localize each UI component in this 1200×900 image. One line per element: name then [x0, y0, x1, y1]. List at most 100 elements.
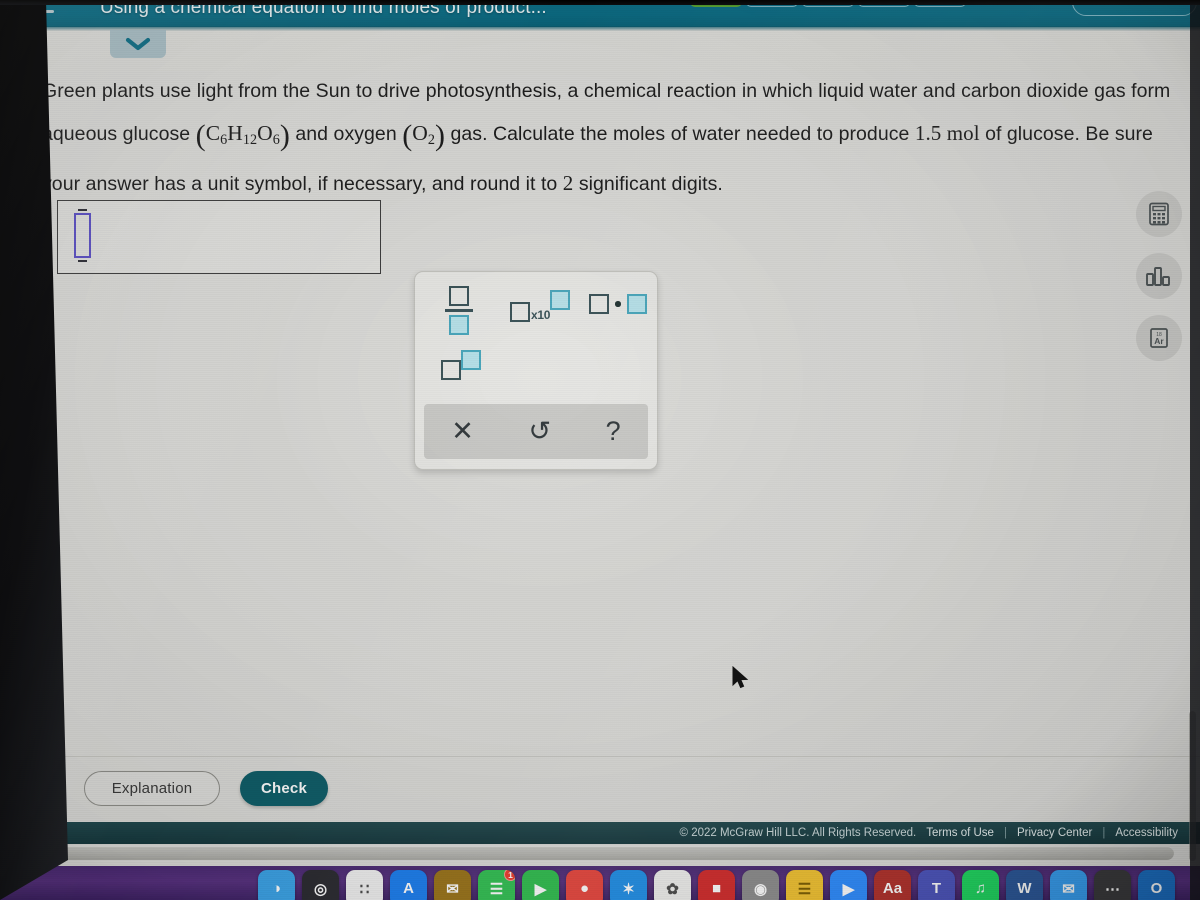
terms-of-use-link[interactable]: Terms of Use [926, 827, 994, 839]
dock-finder[interactable]: ◑ [258, 870, 295, 900]
dock-mail-old-glyph: ✉ [446, 880, 459, 898]
clear-button[interactable]: ✕ [451, 418, 474, 445]
dock-photos[interactable]: ✿ [654, 870, 691, 900]
question-line-2b: and oxygen [295, 123, 397, 146]
question-line-3b: significant digits. [578, 173, 723, 196]
text-caret-placeholder-icon [74, 209, 91, 262]
laptop-hinge-edge [40, 846, 1174, 860]
scientific-notation-button[interactable]: x10 [510, 290, 571, 322]
privacy-center-link[interactable]: Privacy Center [1017, 827, 1092, 839]
dock-mail[interactable]: ✉ [1050, 870, 1087, 900]
fraction-numerator-box-icon [449, 286, 469, 306]
dock-dictionary-glyph: Aa [882, 880, 903, 897]
sci-base-box-icon [510, 302, 530, 322]
dock-chrome-glyph: ● [579, 880, 590, 897]
dock-outlook-glyph: O [1150, 880, 1163, 897]
formula-oxygen: (O2) [402, 119, 446, 153]
chart-tool[interactable] [1136, 253, 1182, 299]
dock-safari[interactable]: ✶ [610, 870, 647, 900]
question-sigfigs: 2 [562, 171, 574, 196]
laptop-bezel-right [1190, 0, 1200, 900]
explanation-button[interactable]: Explanation [84, 771, 220, 806]
dock-messages[interactable]: ☰ 1 [478, 870, 515, 900]
laptop-bezel-top [0, 0, 1200, 5]
footer-separator-2: | [1102, 827, 1106, 839]
math-palette: x10 ✕ ↺ ? [414, 271, 658, 470]
dock-items: ◑ ◎ ∷ A ✉ ☰ 1 ▶ ● ✶ ✿ ■ ◉ ☰ ▶ Aa T ♫ W ✉ ⋯ O [258, 870, 1175, 900]
dock-calculator[interactable]: ⋯ [1094, 870, 1131, 900]
macos-dock: ◑ ◎ ∷ A ✉ ☰ 1 ▶ ● ✶ ✿ ■ ◉ ☰ ▶ Aa T ♫ W ✉ ⋯ O [0, 866, 1200, 900]
dock-zoom[interactable]: ▶ [830, 870, 867, 900]
dock-calculator-glyph: ⋯ [1105, 880, 1120, 898]
calculator-icon [1149, 202, 1169, 226]
footer: © 2022 McGraw Hill LLC. All Rights Reser… [0, 822, 1200, 844]
dock-outlook[interactable]: O [1138, 870, 1175, 900]
dock-finder-glyph: ◑ [271, 880, 282, 897]
multiply-left-box-icon [589, 294, 609, 314]
fraction-button[interactable] [445, 286, 473, 335]
dock-messages-badge: 1 [504, 870, 515, 881]
sci-x10-label: x10 [531, 308, 551, 322]
dock-camera[interactable]: ◉ [742, 870, 779, 900]
dock-appstore[interactable]: A [390, 870, 427, 900]
help-button[interactable]: ? [606, 418, 621, 445]
dock-dictionary[interactable]: Aa [874, 870, 911, 900]
question-text: Green plants use light from the Sun to d… [42, 74, 1176, 203]
calculator-tool[interactable] [1136, 191, 1182, 237]
dock-teams[interactable]: T [918, 870, 955, 900]
dock-siri-glyph: ◎ [313, 880, 328, 898]
undo-button[interactable]: ↺ [528, 418, 551, 445]
question-panel: Green plants use light from the Sun to d… [0, 71, 1200, 866]
dock-word-glyph: W [1017, 880, 1032, 897]
question-unit: mol [946, 121, 980, 146]
fraction-denominator-box-icon [449, 314, 469, 335]
answer-input[interactable] [57, 200, 381, 274]
tool-rail: 18 Ar [1136, 191, 1182, 377]
chevron-down-icon [125, 37, 151, 51]
dock-photobooth-glyph: ■ [711, 880, 722, 897]
svg-text:Ar: Ar [1154, 336, 1164, 346]
dock-spotify[interactable]: ♫ [962, 870, 999, 900]
dock-facetime[interactable]: ▶ [522, 870, 559, 900]
superscript-base-box-icon [441, 360, 461, 380]
superscript-exponent-box-icon [461, 350, 481, 370]
screen-content: Using a chemical equation to find moles … [0, 0, 1200, 866]
dock-teams-glyph: T [931, 880, 942, 897]
question-line-1: Green plants use light from the Sun to d… [42, 80, 1089, 102]
question-amount: 1.5 [914, 121, 942, 146]
question-line-2d: of [985, 123, 1002, 146]
periodic-table-icon: 18 Ar [1150, 328, 1168, 348]
periodic-table-tool[interactable]: 18 Ar [1136, 315, 1182, 361]
multiplication-button[interactable] [589, 294, 647, 314]
dock-messages-glyph: ☰ [489, 880, 504, 898]
superscript-button[interactable] [441, 350, 481, 380]
dock-spotify-glyph: ♫ [974, 880, 987, 897]
action-bar: Explanation Check [0, 756, 1200, 822]
sci-exponent-box-icon [550, 290, 571, 310]
dock-mail-glyph: ✉ [1062, 880, 1075, 898]
dock-word[interactable]: W [1006, 870, 1043, 900]
fraction-bar-icon [445, 309, 473, 312]
palette-action-row: ✕ ↺ ? [424, 404, 648, 459]
dock-zoom-glyph: ▶ [842, 880, 855, 898]
dock-notes[interactable]: ☰ [786, 870, 823, 900]
dock-launchpad-glyph: ∷ [359, 880, 370, 898]
dock-chrome[interactable]: ● [566, 870, 603, 900]
dock-mail-old[interactable]: ✉ [434, 870, 471, 900]
bar-chart-icon [1146, 267, 1170, 286]
dock-launchpad[interactable]: ∷ [346, 870, 383, 900]
accessibility-link[interactable]: Accessibility [1115, 827, 1178, 839]
question-line-2c: gas. Calculate the moles of water needed… [450, 123, 910, 146]
dock-camera-glyph: ◉ [753, 880, 768, 898]
dock-appstore-glyph: A [403, 880, 414, 897]
dock-photos-glyph: ✿ [666, 880, 679, 898]
dock-notes-glyph: ☰ [797, 880, 812, 898]
dock-siri[interactable]: ◎ [302, 870, 339, 900]
tab-strip [0, 27, 1200, 71]
copyright-text: © 2022 McGraw Hill LLC. All Rights Reser… [679, 827, 917, 839]
formula-glucose: (C6H12O6) [195, 119, 290, 153]
dock-photobooth[interactable]: ■ [698, 870, 735, 900]
collapse-chevron-button[interactable] [110, 30, 166, 58]
multiply-dot-icon [615, 301, 621, 307]
check-button[interactable]: Check [240, 771, 328, 806]
